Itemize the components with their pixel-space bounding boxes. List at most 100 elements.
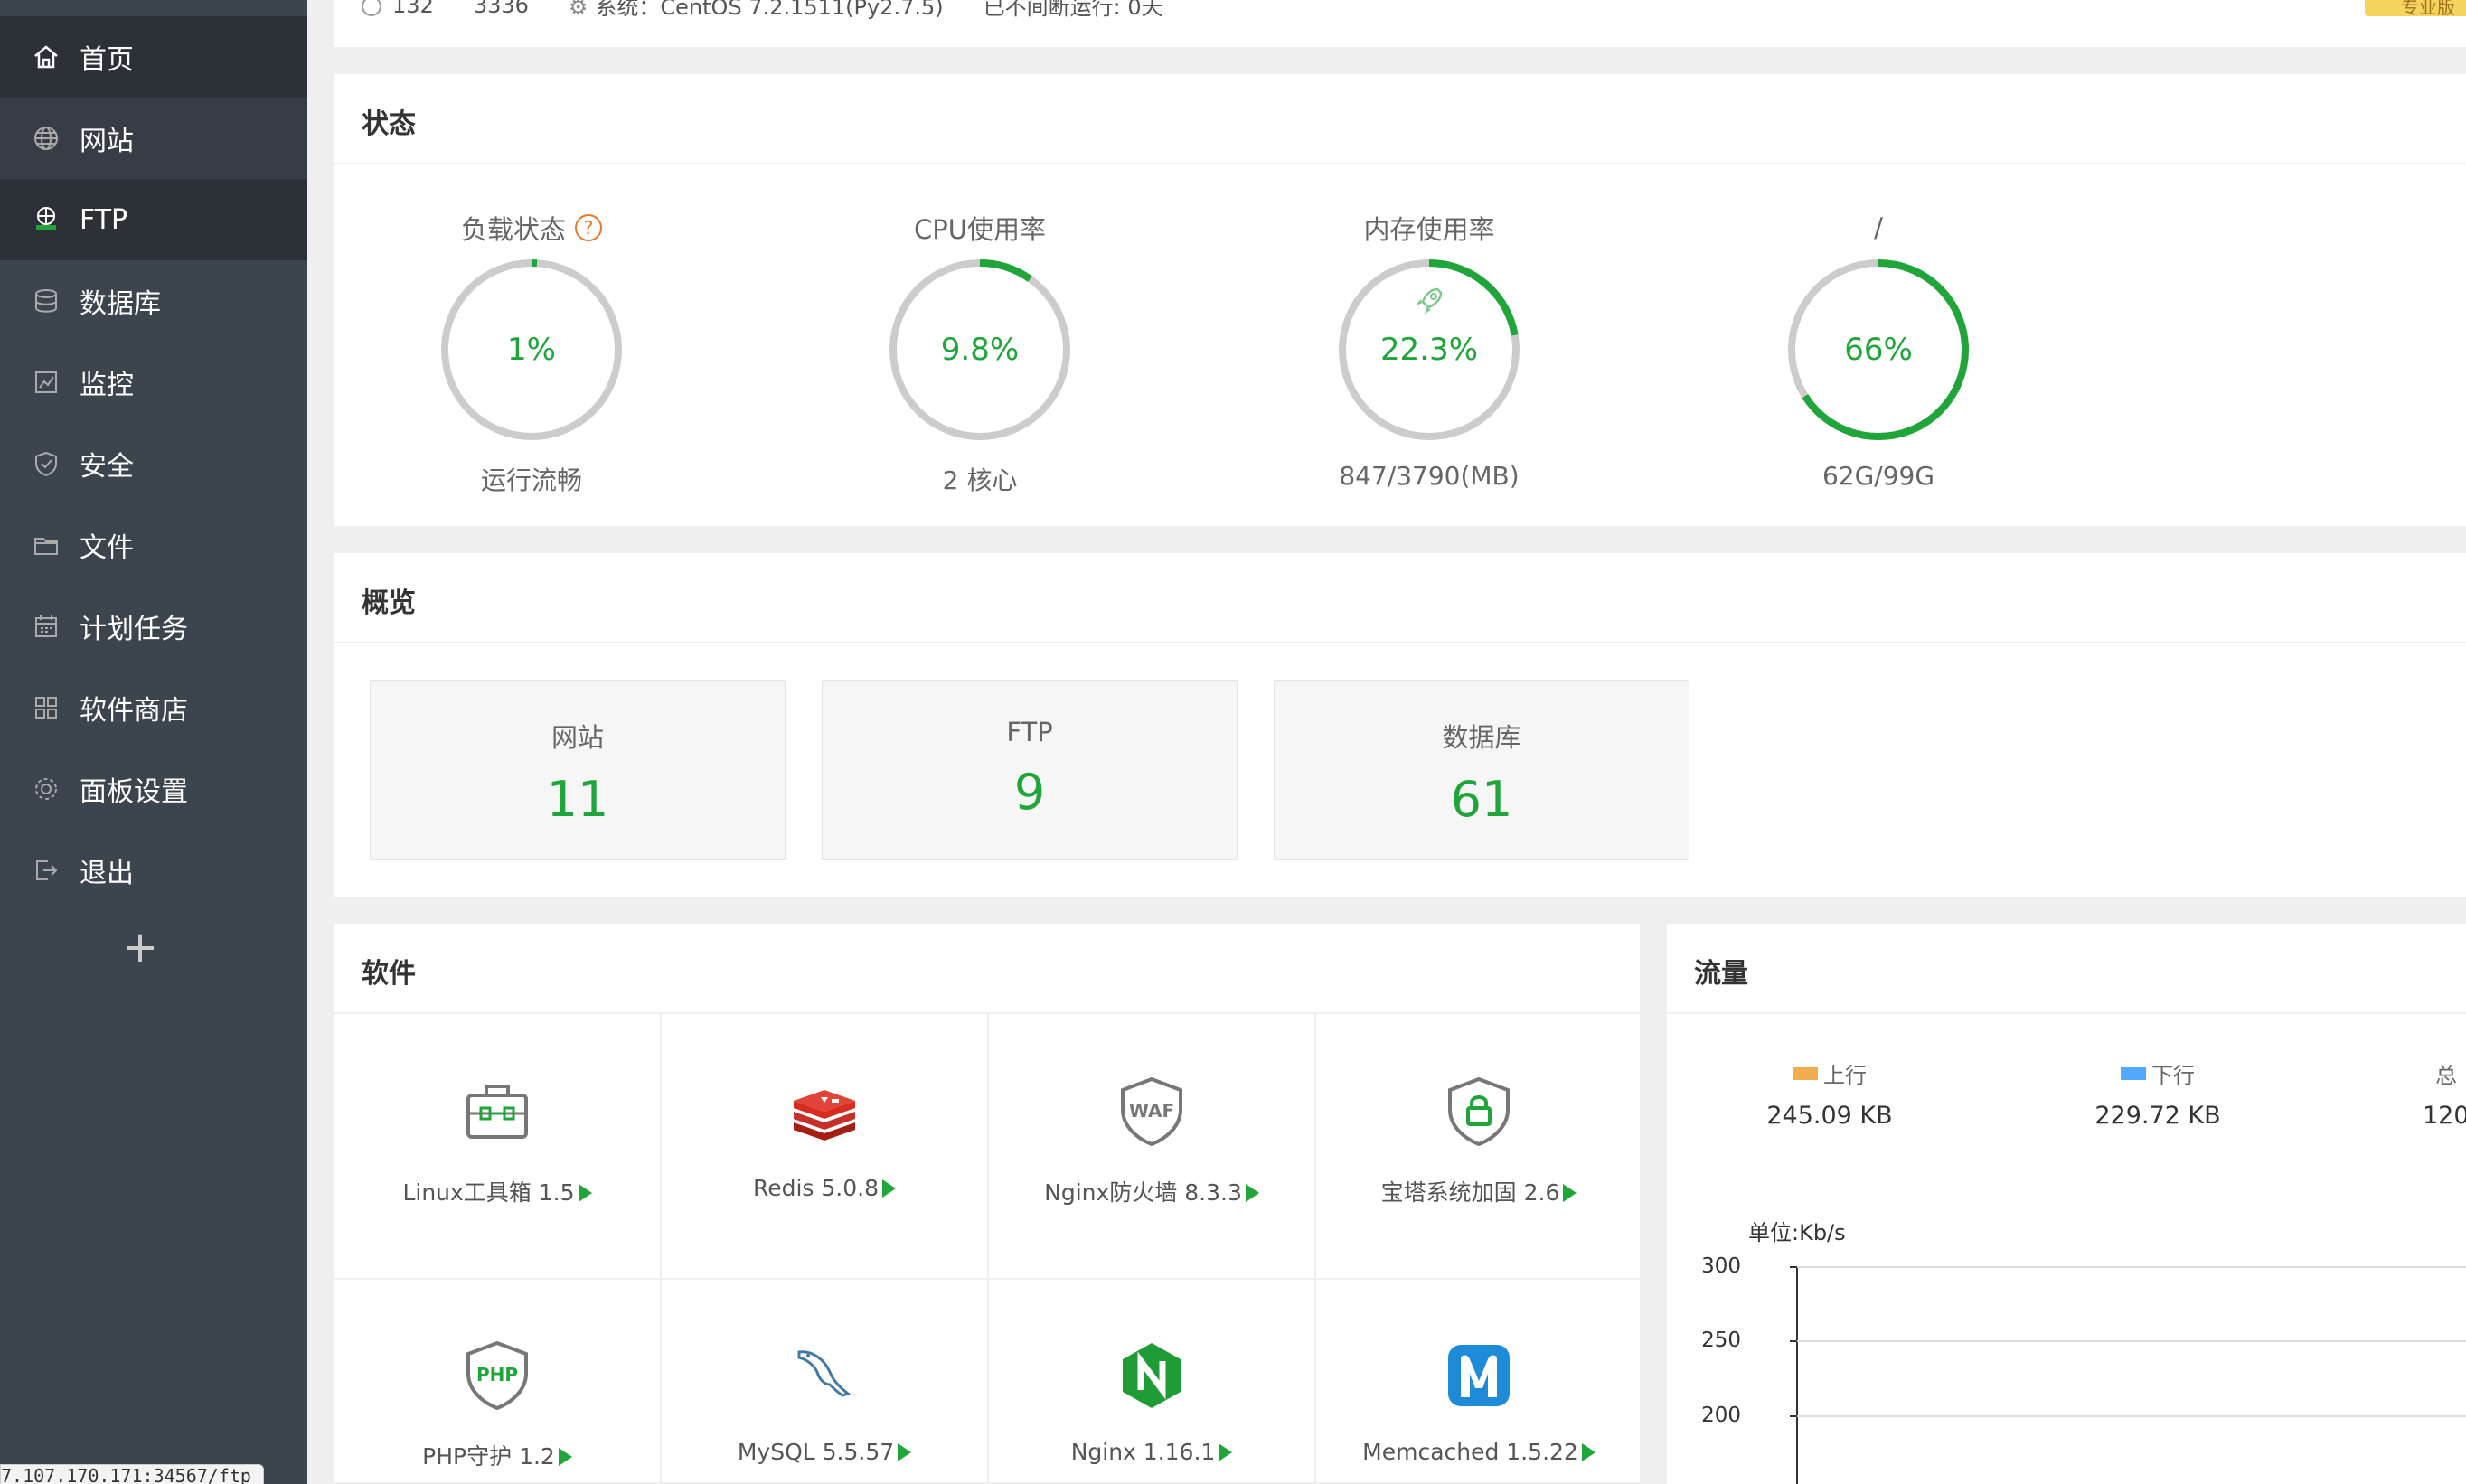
memcached-icon bbox=[1443, 1339, 1515, 1412]
gauge-sub: 运行流畅 bbox=[480, 465, 582, 495]
play-icon[interactable] bbox=[1581, 1443, 1595, 1461]
chart-unit-label: 单位:Kb/s bbox=[1748, 1220, 1846, 1245]
sidebar-item-security[interactable]: 安全 bbox=[0, 423, 307, 504]
system-gear-icon: ⚙ bbox=[568, 0, 588, 20]
traffic-label: 上行 bbox=[1823, 1063, 1867, 1088]
gauge-sub: 62G/99G bbox=[1821, 461, 1935, 491]
software-item[interactable]: Nginx 1.16.1 bbox=[989, 1280, 1316, 1484]
toolbox-icon bbox=[461, 1075, 533, 1148]
gauge-memory[interactable]: 内存使用率 22.3% 847/3790(MB) bbox=[1312, 208, 1547, 491]
sidebar-item-files[interactable]: 文件 bbox=[0, 504, 307, 586]
add-shortcut-button[interactable]: + bbox=[0, 906, 280, 988]
software-name: Redis 5.0.8 bbox=[752, 1175, 880, 1201]
play-icon[interactable] bbox=[558, 1448, 572, 1466]
pro-badge[interactable]: 专业版 bbox=[2365, 0, 2466, 18]
y-tick-label: 200 bbox=[1701, 1404, 1741, 1427]
traffic-label: 下行 bbox=[2151, 1063, 2195, 1088]
sidebar-item-cron[interactable]: 计划任务 bbox=[0, 586, 307, 667]
shield-icon bbox=[31, 448, 61, 479]
sidebar-item-label: FTP bbox=[80, 203, 128, 236]
sidebar-item-logout[interactable]: 退出 bbox=[0, 830, 307, 911]
redis-icon bbox=[788, 1075, 861, 1148]
traffic-chart[interactable] bbox=[1745, 1256, 2466, 1484]
software-name: Nginx 1.16.1 bbox=[1070, 1439, 1216, 1465]
gauge-label: 内存使用率 bbox=[1363, 214, 1495, 245]
y-tick-label: 250 bbox=[1701, 1329, 1741, 1352]
sidebar-item-settings[interactable]: 面板设置 bbox=[0, 748, 307, 830]
globe-icon bbox=[31, 123, 61, 154]
play-icon[interactable] bbox=[1563, 1184, 1577, 1202]
play-icon[interactable] bbox=[1245, 1184, 1259, 1202]
software-name: MySQL 5.5.57 bbox=[737, 1439, 895, 1465]
sidebar-item-label: 软件商店 bbox=[80, 695, 188, 727]
waf-icon: WAF bbox=[1115, 1075, 1188, 1148]
software-item[interactable]: MySQL 5.5.57 bbox=[662, 1280, 989, 1484]
svg-text:PHP: PHP bbox=[476, 1364, 518, 1385]
software-item[interactable]: 宝塔系统加固 2.6 bbox=[1316, 1014, 1643, 1280]
sidebar-item-label: 首页 bbox=[80, 44, 134, 76]
upload-swatch bbox=[1793, 1066, 1818, 1080]
gauge-label: / bbox=[1874, 212, 1883, 243]
gauge-label: CPU使用率 bbox=[914, 214, 1046, 245]
user-icon bbox=[362, 0, 381, 16]
sidebar-item-label: 安全 bbox=[80, 451, 134, 483]
sidebar-item-website[interactable]: 网站 bbox=[0, 98, 307, 179]
software-item[interactable]: Linux工具箱 1.5 bbox=[334, 1014, 662, 1280]
software-item[interactable]: Redis 5.0.8 bbox=[662, 1014, 989, 1280]
help-icon[interactable]: ? bbox=[575, 214, 602, 241]
gauge-value: 22.3% bbox=[1379, 332, 1478, 368]
gear-icon bbox=[31, 774, 61, 804]
gauge-sub: 2 核心 bbox=[942, 465, 1018, 495]
sidebar-item-ftp[interactable]: FTP bbox=[0, 179, 307, 260]
play-icon[interactable] bbox=[882, 1179, 897, 1198]
sidebar: 首页 网站 FTP 数据库 监控 安全 文件 计划任务 软件商店 面板设置 退出… bbox=[0, 0, 307, 1484]
overview-count[interactable]: 61 bbox=[1275, 771, 1689, 828]
sidebar-item-monitor[interactable]: 监控 bbox=[0, 342, 307, 423]
ftp-icon bbox=[31, 204, 61, 235]
play-icon[interactable] bbox=[898, 1443, 912, 1461]
sidebar-item-label: 退出 bbox=[80, 858, 134, 889]
sidebar-item-database[interactable]: 数据库 bbox=[0, 260, 307, 342]
sidebar-item-home[interactable]: 首页 bbox=[0, 16, 307, 98]
software-name: 宝塔系统加固 2.6 bbox=[1380, 1179, 1560, 1206]
software-item[interactable]: Memcached 1.5.22 bbox=[1316, 1280, 1643, 1484]
port-info: 3336 bbox=[473, 0, 529, 18]
software-name: Memcached 1.5.22 bbox=[1362, 1439, 1578, 1465]
grid-icon bbox=[31, 692, 61, 723]
overview-card-ftp[interactable]: FTP 9 bbox=[822, 680, 1238, 860]
overview-card-database[interactable]: 数据库 61 bbox=[1274, 680, 1689, 860]
overview-count[interactable]: 11 bbox=[371, 771, 785, 828]
system-info: ⚙ 系统：CentOS 7.2.1511(Py2.7.5) bbox=[569, 0, 944, 21]
gauge-label: 负载状态 bbox=[460, 214, 566, 245]
sidebar-item-label: 文件 bbox=[80, 532, 134, 564]
overview-label: 数据库 bbox=[1442, 722, 1521, 753]
monitor-icon bbox=[31, 367, 61, 398]
software-name: Linux工具箱 1.5 bbox=[402, 1179, 575, 1206]
gauge-disk[interactable]: / 66% 62G/99G bbox=[1761, 208, 1996, 491]
mysql-dolphin-icon bbox=[788, 1339, 861, 1412]
traffic-download: 下行 229.72 KB bbox=[2076, 1057, 2239, 1130]
overview-count[interactable]: 9 bbox=[823, 764, 1237, 821]
software-item[interactable]: PHP PHP守护 1.2 bbox=[334, 1280, 662, 1484]
sidebar-item-label: 网站 bbox=[80, 126, 134, 157]
y-tick-label: 300 bbox=[1701, 1254, 1741, 1278]
gauge-cpu[interactable]: CPU使用率 9.8% 2 核心 bbox=[862, 208, 1097, 497]
server-info-bar: 132 3336 ⚙ 系统：CentOS 7.2.1511(Py2.7.5) 已不… bbox=[334, 0, 2466, 47]
software-name: PHP守护 1.2 bbox=[422, 1443, 555, 1470]
nginx-icon bbox=[1115, 1339, 1188, 1412]
download-swatch bbox=[2121, 1066, 2146, 1080]
gauge-sub: 847/3790(MB) bbox=[1339, 461, 1520, 491]
sidebar-item-label: 数据库 bbox=[80, 288, 161, 320]
gauge-value: 1% bbox=[507, 332, 556, 368]
folder-icon bbox=[31, 530, 61, 560]
play-icon[interactable] bbox=[1219, 1443, 1233, 1461]
sidebar-item-store[interactable]: 软件商店 bbox=[0, 667, 307, 748]
database-icon bbox=[31, 286, 61, 316]
software-item[interactable]: WAF Nginx防火墙 8.3.3 bbox=[989, 1014, 1316, 1280]
play-icon[interactable] bbox=[578, 1184, 592, 1202]
traffic-title: 流量 bbox=[1694, 958, 1748, 990]
php-shield-icon: PHP bbox=[461, 1339, 533, 1412]
software-name: Nginx防火墙 8.3.3 bbox=[1044, 1179, 1242, 1206]
gauge-load[interactable]: 负载状态? 1% 运行流畅 bbox=[414, 208, 649, 497]
overview-card-websites[interactable]: 网站 11 bbox=[370, 680, 786, 860]
